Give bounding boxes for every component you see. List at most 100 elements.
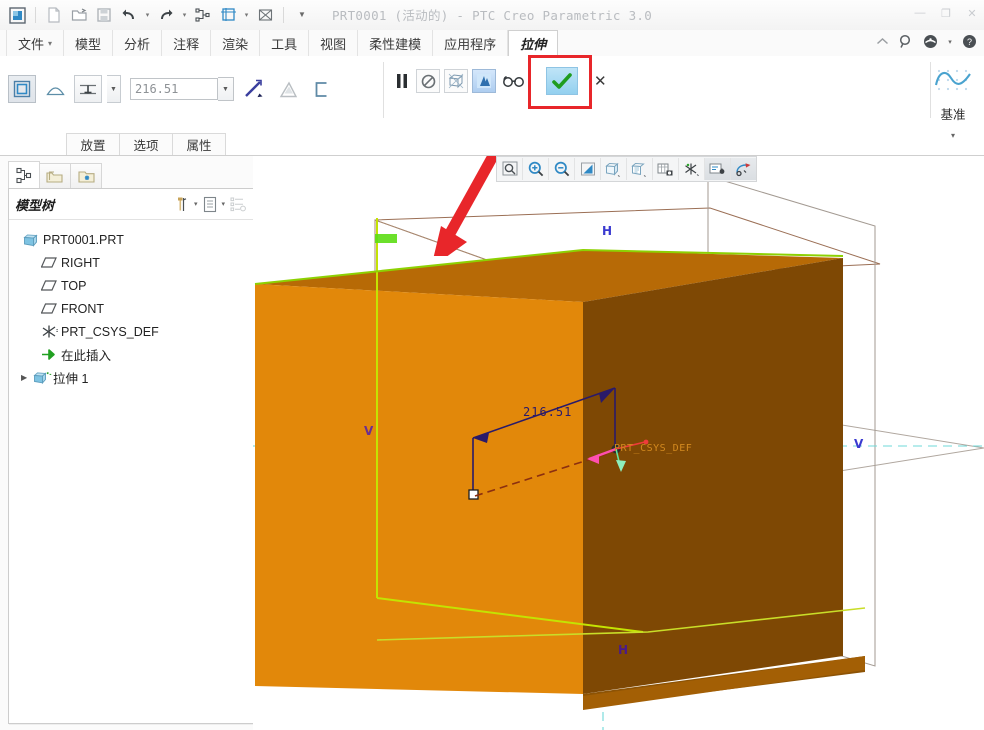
tree-settings-control[interactable]: ▾: [201, 195, 225, 213]
datum-ribbon-group: 基准 ▾: [926, 60, 980, 144]
insert-here-icon: [41, 348, 61, 361]
tree-item-right-label: RIGHT: [61, 255, 100, 270]
zoom-to-fit-icon[interactable]: [497, 158, 523, 180]
tab-model-label: 模型: [75, 36, 102, 52]
minimize-button[interactable]: —: [912, 6, 928, 20]
window-controls[interactable]: — ❐ ✕: [912, 6, 980, 20]
datum-curve-icon[interactable]: [926, 60, 980, 104]
depth-input[interactable]: 216.51: [130, 78, 218, 100]
tab-analysis[interactable]: 分析: [113, 30, 163, 56]
collapse-ribbon-icon[interactable]: [874, 33, 891, 50]
tree-columns-icon[interactable]: [229, 195, 247, 213]
appearance-gallery-icon[interactable]: [627, 158, 653, 180]
restore-button[interactable]: ❐: [938, 6, 954, 20]
annotation-display-icon[interactable]: [705, 158, 731, 180]
remove-material-button[interactable]: [307, 75, 335, 103]
tab-extrude-label: 拉伸: [520, 37, 547, 52]
tree-item-insert-here-label: 在此插入: [61, 349, 112, 363]
sub-tab-options[interactable]: 选项: [119, 133, 173, 155]
tab-file-label: 文件: [18, 36, 45, 52]
tab-view[interactable]: 视图: [309, 30, 359, 56]
tab-view-label: 视图: [320, 36, 347, 52]
ribbon-tabs[interactable]: 文件 ▾ 模型 分析 注释 渲染 工具 视图 柔性建模 应用程序 拉伸: [6, 30, 559, 57]
spin-center-icon[interactable]: [731, 158, 756, 180]
tab-file[interactable]: 文件 ▾: [6, 30, 65, 56]
tree-filter-dropdown-icon[interactable]: ▾: [194, 200, 198, 208]
settings-icon[interactable]: [922, 33, 939, 50]
tab-render[interactable]: 渲染: [211, 30, 261, 56]
depth-value-field[interactable]: 216.51 ▼: [130, 77, 234, 101]
depth-mode-dropdown-icon[interactable]: ▼: [107, 75, 121, 103]
depth-value-dropdown-icon[interactable]: ▼: [218, 77, 234, 101]
datum-plane-icon: [41, 280, 61, 291]
tree-item-csys[interactable]: PRT_CSYS_DEF: [9, 320, 253, 343]
tab-flexible-modeling[interactable]: 柔性建模: [358, 30, 434, 56]
zoom-in-icon[interactable]: [523, 158, 549, 180]
tree-settings-icon[interactable]: [201, 195, 219, 213]
folder-browser-tab[interactable]: [39, 163, 71, 189]
cancel-feature-button[interactable]: [416, 69, 440, 93]
tree-filter-control[interactable]: ▾: [174, 195, 198, 213]
model-tree-panel: 模型树 ▾ ▾ PRT0001.PRT RIGHT TOP FRONT PRT_…: [8, 188, 254, 724]
cancel-button[interactable]: ✕: [594, 72, 607, 90]
ok-button-wrapper: [528, 55, 592, 109]
ribbon-tab-right-icons[interactable]: ▾ ?: [874, 33, 978, 50]
tree-item-part-label: PRT0001.PRT: [43, 232, 124, 247]
display-style-icon[interactable]: [601, 158, 627, 180]
model-tree-list[interactable]: PRT0001.PRT RIGHT TOP FRONT PRT_CSYS_DEF…: [9, 220, 253, 389]
datum-plane-icon: [41, 257, 61, 268]
chevron-down-icon: ▾: [48, 38, 53, 48]
settings-dropdown-icon[interactable]: ▾: [946, 33, 954, 50]
tree-columns-control[interactable]: [229, 195, 247, 213]
tab-tools[interactable]: 工具: [260, 30, 310, 56]
navigator-tabs[interactable]: [8, 161, 102, 189]
thicken-sketch-button[interactable]: [274, 75, 302, 103]
depth-mode-button[interactable]: [74, 75, 102, 103]
tree-item-extrude[interactable]: ▶ 拉伸 1: [9, 366, 253, 389]
tree-settings-dropdown-icon[interactable]: ▾: [221, 200, 225, 208]
favorites-tab[interactable]: [70, 163, 102, 189]
extrude-sub-tabs[interactable]: 放置 选项 属性: [66, 133, 226, 155]
tree-item-right[interactable]: RIGHT: [9, 251, 253, 274]
pause-button[interactable]: [392, 68, 412, 94]
title-bar: ▾ ▾ ▾ ▼ PRT0001 (活动的) - PTC Creo Paramet…: [0, 0, 984, 30]
repaint-icon[interactable]: [575, 158, 601, 180]
preview-glasses-icon[interactable]: [500, 69, 528, 93]
tab-tools-label: 工具: [271, 36, 298, 52]
close-button[interactable]: ✕: [964, 6, 980, 20]
graphics-viewport[interactable]: H V V H 216.51 PRT_CSYS_DEF: [253, 156, 984, 730]
part-icon: [23, 233, 43, 247]
highlight-annotation-box: [528, 55, 592, 109]
tab-model[interactable]: 模型: [64, 30, 114, 56]
tab-applications-label: 应用程序: [444, 36, 497, 52]
tab-render-label: 渲染: [222, 36, 249, 52]
flip-direction-button[interactable]: [239, 75, 269, 103]
sub-tab-placement[interactable]: 放置: [66, 133, 120, 155]
creo-application-window: ▾ ▾ ▾ ▼ PRT0001 (活动的) - PTC Creo Paramet…: [0, 0, 984, 730]
preview-wireframe-button[interactable]: [444, 69, 468, 93]
tree-item-front[interactable]: FRONT: [9, 297, 253, 320]
help-icon[interactable]: ?: [961, 33, 978, 50]
sub-tab-properties[interactable]: 属性: [172, 133, 226, 155]
expand-arrow-icon[interactable]: ▶: [21, 373, 33, 382]
preview-shaded-button[interactable]: [472, 69, 496, 93]
tree-item-top[interactable]: TOP: [9, 274, 253, 297]
zoom-out-icon[interactable]: [549, 158, 575, 180]
dimension-value-label[interactable]: 216.51: [523, 405, 572, 419]
graphics-toolbar[interactable]: [496, 156, 757, 182]
surface-extrude-button[interactable]: [41, 75, 69, 103]
tab-annotate[interactable]: 注释: [162, 30, 212, 56]
datum-display-icon[interactable]: [679, 158, 705, 180]
datum-group-dropdown-icon[interactable]: ▾: [926, 131, 980, 140]
tab-extrude[interactable]: 拉伸: [508, 30, 559, 57]
tree-filter-icon[interactable]: [174, 195, 192, 213]
datum-plane-icon: [41, 303, 61, 314]
model-tree-tab[interactable]: [8, 161, 40, 189]
solid-extrude-button[interactable]: [8, 75, 36, 103]
tree-item-insert-here[interactable]: 在此插入: [9, 343, 253, 366]
saved-views-icon[interactable]: [653, 158, 679, 180]
tree-item-part[interactable]: PRT0001.PRT: [9, 228, 253, 251]
search-icon[interactable]: [898, 33, 915, 50]
tab-flexible-modeling-label: 柔性建模: [369, 36, 422, 52]
tab-applications[interactable]: 应用程序: [433, 30, 509, 56]
